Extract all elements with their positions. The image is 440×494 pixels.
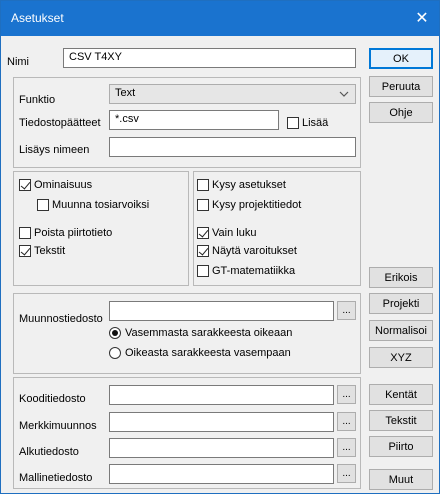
texts-button[interactable]: Tekstit <box>369 410 433 431</box>
project-button[interactable]: Projekti <box>369 293 433 314</box>
ask-settings-label: Kysy asetukset <box>212 179 286 191</box>
chevron-down-icon <box>339 85 349 106</box>
gt-math-checkbox[interactable]: GT-matematiikka <box>197 265 295 277</box>
add-checkbox-box <box>287 117 299 129</box>
read-only-checkbox-box <box>197 227 209 239</box>
ask-project-label: Kysy projektitiedot <box>212 199 302 211</box>
attributes-label: Ominaisuus <box>34 179 93 191</box>
name-addition-field[interactable] <box>109 137 356 157</box>
read-only-label: Vain luku <box>212 227 257 239</box>
title-bar: Asetukset ✕ <box>1 1 439 36</box>
xyz-button[interactable]: XYZ <box>369 347 433 368</box>
ask-settings-checkbox[interactable]: Kysy asetukset <box>197 179 286 191</box>
right-to-left-radio[interactable]: Oikeasta sarakkeesta vasempaan <box>109 347 291 359</box>
texts-checkbox-box <box>19 245 31 257</box>
attributes-checkbox-box <box>19 179 31 191</box>
drawing-button[interactable]: Piirto <box>369 436 433 457</box>
ask-project-checkbox-box <box>197 199 209 211</box>
conversion-file-field[interactable] <box>109 301 334 321</box>
gt-math-label: GT-matematiikka <box>212 265 296 277</box>
name-label: Nimi <box>7 56 29 68</box>
extension-label: Tiedostopäätteet <box>19 117 101 129</box>
special-button[interactable]: Erikois <box>369 267 433 288</box>
function-value: Text <box>115 87 136 99</box>
template-file-browse-button[interactable]: ... <box>337 464 356 483</box>
show-warnings-label: Näytä varoitukset <box>212 245 297 257</box>
texts-checkbox[interactable]: Tekstit <box>19 245 65 257</box>
show-warnings-checkbox[interactable]: Näytä varoitukset <box>197 245 297 257</box>
extension-field[interactable]: *.csv <box>109 110 279 130</box>
right-to-left-label: Oikeasta sarakkeesta vasempaan <box>125 347 291 359</box>
add-checkbox[interactable]: Lisää <box>287 117 328 129</box>
remove-drawing-label: Poista piirtotieto <box>34 227 113 239</box>
left-to-right-radio[interactable]: Vasemmasta sarakkeesta oikeaan <box>109 327 292 339</box>
real-values-checkbox-box <box>37 199 49 211</box>
remove-drawing-checkbox[interactable]: Poista piirtotieto <box>19 227 112 239</box>
help-button[interactable]: Ohje <box>369 102 433 123</box>
real-values-checkbox[interactable]: Muunna tosiarvoiksi <box>37 199 149 211</box>
code-file-field[interactable] <box>109 385 334 405</box>
texts-label: Tekstit <box>34 245 66 257</box>
window-title: Asetukset <box>11 11 64 25</box>
name-field[interactable]: CSV T4XY <box>63 48 356 68</box>
function-label: Funktio <box>19 94 56 106</box>
char-conversion-field[interactable] <box>109 412 334 432</box>
char-conversion-browse-button[interactable]: ... <box>337 412 356 431</box>
attributes-checkbox[interactable]: Ominaisuus <box>19 179 92 191</box>
show-warnings-checkbox-box <box>197 245 209 257</box>
normalize-button[interactable]: Normalisoi <box>369 320 433 341</box>
real-values-label: Muunna tosiarvoiksi <box>52 199 150 211</box>
right-to-left-radio-dot <box>109 347 121 359</box>
fields-button[interactable]: Kentät <box>369 384 433 405</box>
cancel-button[interactable]: Peruuta <box>369 76 433 97</box>
code-file-browse-button[interactable]: ... <box>337 385 356 404</box>
code-file-label: Kooditiedosto <box>19 393 86 405</box>
ask-project-checkbox[interactable]: Kysy projektitiedot <box>197 199 301 211</box>
conversion-browse-button[interactable]: ... <box>337 301 356 320</box>
remove-drawing-checkbox-box <box>19 227 31 239</box>
add-checkbox-label: Lisää <box>302 117 329 129</box>
name-addition-label: Lisäys nimeen <box>19 144 90 156</box>
conversion-file-label: Muunnostiedosto <box>19 313 103 325</box>
ok-button[interactable]: OK <box>369 48 433 69</box>
read-only-checkbox[interactable]: Vain luku <box>197 227 256 239</box>
gt-math-checkbox-box <box>197 265 209 277</box>
template-file-field[interactable] <box>109 464 334 484</box>
init-file-label: Alkutiedosto <box>19 446 79 458</box>
init-file-field[interactable] <box>109 438 334 458</box>
other-button[interactable]: Muut <box>369 469 433 490</box>
close-icon[interactable]: ✕ <box>411 7 433 29</box>
settings-dialog: Asetukset ✕ Nimi CSV T4XY Funktio Text T… <box>0 0 440 494</box>
function-select[interactable]: Text <box>109 84 356 104</box>
left-to-right-label: Vasemmasta sarakkeesta oikeaan <box>125 327 293 339</box>
template-file-label: Mallinetiedosto <box>19 472 93 484</box>
init-file-browse-button[interactable]: ... <box>337 438 356 457</box>
ask-settings-checkbox-box <box>197 179 209 191</box>
char-conversion-label: Merkkimuunnos <box>19 420 97 432</box>
left-to-right-radio-dot <box>109 327 121 339</box>
